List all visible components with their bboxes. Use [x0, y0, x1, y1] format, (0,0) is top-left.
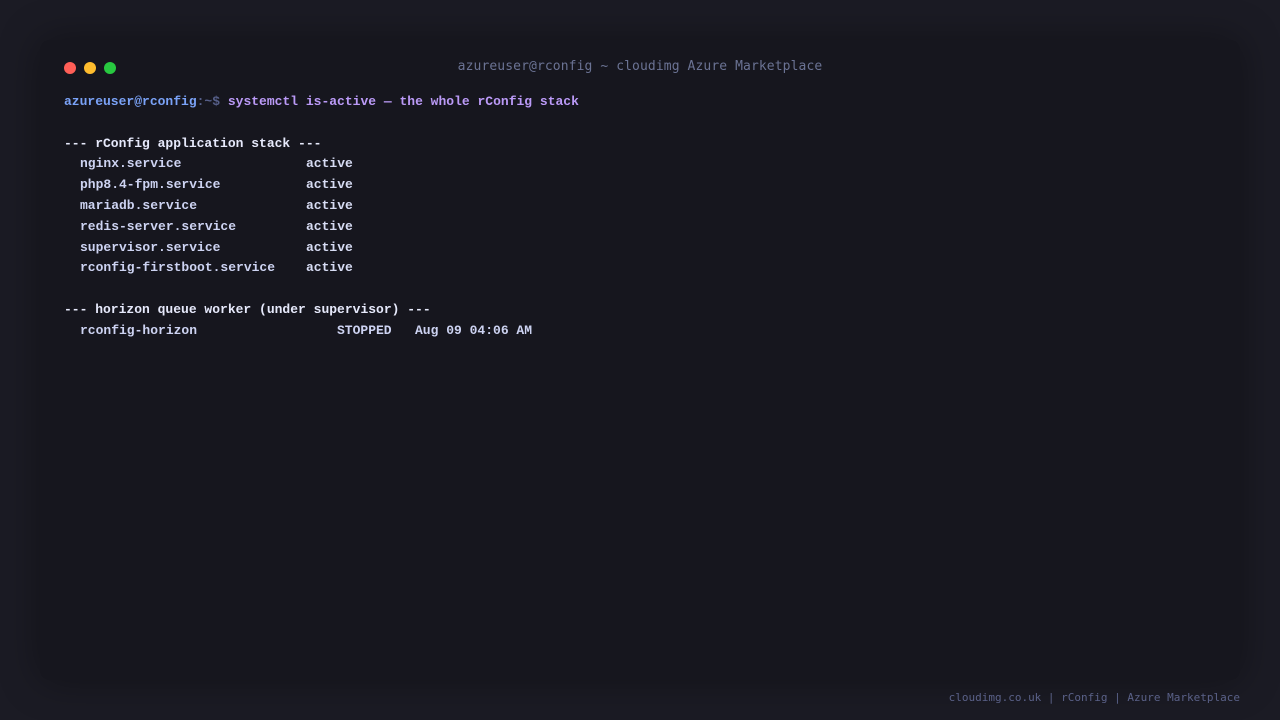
service-row: php8.4-fpm.service active [64, 175, 579, 196]
service-name: redis-server.service [80, 218, 237, 234]
service-name: php8.4-fpm.service [80, 177, 221, 193]
worker-name: rconfig-horizon [80, 322, 198, 338]
worker-row: rconfig-horizon STOPPED Aug 09 04:06 AM [64, 321, 579, 342]
terminal-window: azureuser@rconfig ~ cloudimg Azure Marke… [40, 40, 1240, 680]
service-name: rconfig-firstboot.service [80, 260, 276, 276]
title-bar: azureuser@rconfig ~ cloudimg Azure Marke… [40, 40, 1240, 96]
prompt-path: :~$ [196, 94, 228, 109]
worker-state: STOPPED [337, 322, 392, 338]
service-row: supervisor.service active [64, 238, 579, 259]
service-name: supervisor.service [80, 239, 221, 255]
service-row: nginx.service active [64, 154, 579, 175]
service-row: rconfig-firstboot.service active [64, 258, 579, 279]
service-state: active [306, 260, 353, 276]
horizon-heading: --- horizon queue worker (under supervis… [64, 301, 431, 317]
service-state: active [306, 177, 353, 193]
service-state: active [306, 156, 353, 172]
service-row: redis-server.service active [64, 217, 579, 238]
service-state: active [306, 218, 353, 234]
service-name: nginx.service [80, 156, 182, 172]
service-row: mariadb.service active [64, 196, 579, 217]
command-line: azureuser@rconfig:~$ systemctl is-active… [64, 92, 579, 113]
window-title: azureuser@rconfig ~ cloudimg Azure Marke… [457, 59, 823, 74]
command-text: systemctl is-active — the whole rConfig … [227, 94, 579, 109]
prompt-user-host: azureuser@rconfig [64, 94, 197, 109]
service-name: mariadb.service [80, 197, 198, 213]
terminal-output[interactable]: azureuser@rconfig:~$ systemctl is-active… [64, 92, 579, 342]
service-state: active [306, 197, 353, 213]
footer-text: cloudimg.co.uk | rConfig | Azure Marketp… [948, 691, 1240, 704]
service-state: active [306, 239, 353, 255]
worker-time: Aug 09 04:06 AM [415, 322, 533, 338]
stack-heading: --- rConfig application stack --- [64, 135, 322, 151]
